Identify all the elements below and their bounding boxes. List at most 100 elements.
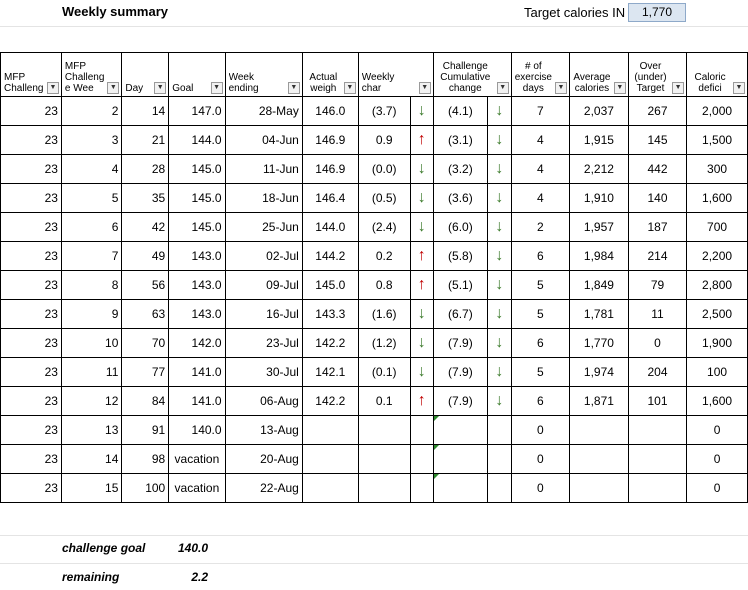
cell-challenge[interactable]: 23: [0, 299, 62, 329]
cell-day[interactable]: 91: [121, 415, 170, 445]
filter-dropdown-icon[interactable]: ▼: [418, 82, 431, 94]
cell-actual-weight[interactable]: 142.1: [301, 357, 359, 387]
filter-dropdown-icon[interactable]: ▼: [672, 82, 685, 94]
cell-cumulative-change[interactable]: (4.1): [432, 96, 489, 126]
cell-average-calories[interactable]: 1,974: [568, 357, 629, 387]
cell-caloric-deficit[interactable]: 0: [686, 415, 748, 445]
cell-challenge-week[interactable]: 5: [60, 183, 123, 213]
cell-weekly-arrow[interactable]: ↓: [409, 154, 434, 184]
cell-actual-weight[interactable]: 145.0: [301, 270, 359, 300]
cell-challenge[interactable]: 23: [0, 96, 62, 126]
cell-average-calories[interactable]: 1,849: [568, 270, 629, 300]
cell-cumulative-change[interactable]: (3.6): [432, 183, 489, 213]
cell-over-under[interactable]: 145: [627, 125, 688, 155]
cell-over-under[interactable]: 267: [627, 96, 688, 126]
cell-cumulative-change[interactable]: (6.0): [432, 212, 489, 242]
cell-challenge[interactable]: 23: [0, 444, 62, 474]
cell-actual-weight[interactable]: 146.9: [301, 154, 359, 184]
cell-weekly-change[interactable]: (3.7): [357, 96, 411, 126]
cell-weekly-change[interactable]: (0.5): [357, 183, 411, 213]
cell-week-ending[interactable]: 11-Jun: [224, 154, 303, 184]
cell-cumulative-arrow[interactable]: ↓: [487, 125, 512, 155]
cell-goal[interactable]: 142.0: [168, 328, 226, 358]
cell-challenge-week[interactable]: 4: [60, 154, 123, 184]
cell-weekly-change[interactable]: 0.2: [357, 241, 411, 271]
cell-day[interactable]: 35: [121, 183, 170, 213]
cell-caloric-deficit[interactable]: 2,000: [686, 96, 748, 126]
cell-cumulative-arrow[interactable]: ↓: [487, 154, 512, 184]
cell-goal[interactable]: 147.0: [168, 96, 226, 126]
cell-exercise-days[interactable]: 7: [510, 96, 570, 126]
cell-cumulative-change[interactable]: (5.1): [432, 270, 489, 300]
cell-weekly-change[interactable]: [357, 444, 411, 474]
cell-day[interactable]: 14: [121, 96, 170, 126]
cell-exercise-days[interactable]: 6: [510, 328, 570, 358]
cell-week-ending[interactable]: 20-Aug: [224, 444, 303, 474]
cell-goal[interactable]: 143.0: [168, 270, 226, 300]
filter-dropdown-icon[interactable]: ▼: [496, 82, 509, 94]
cell-average-calories[interactable]: 2,212: [568, 154, 629, 184]
cell-challenge-week[interactable]: 13: [60, 415, 123, 445]
cell-cumulative-arrow[interactable]: ↓: [487, 183, 512, 213]
filter-dropdown-icon[interactable]: ▼: [613, 82, 626, 94]
cell-weekly-change[interactable]: (0.1): [357, 357, 411, 387]
cell-challenge[interactable]: 23: [0, 154, 62, 184]
cell-weekly-change[interactable]: (1.2): [357, 328, 411, 358]
cell-challenge[interactable]: 23: [0, 357, 62, 387]
cell-over-under[interactable]: 442: [627, 154, 688, 184]
cell-average-calories[interactable]: 1,781: [568, 299, 629, 329]
cell-average-calories[interactable]: 1,915: [568, 125, 629, 155]
cell-average-calories[interactable]: [568, 415, 629, 445]
cell-caloric-deficit[interactable]: 0: [686, 473, 748, 503]
cell-actual-weight[interactable]: 146.9: [301, 125, 359, 155]
cell-challenge[interactable]: 23: [0, 328, 62, 358]
cell-week-ending[interactable]: 02-Jul: [224, 241, 303, 271]
cell-day[interactable]: 56: [121, 270, 170, 300]
cell-goal[interactable]: 145.0: [168, 212, 226, 242]
cell-weekly-change[interactable]: 0.9: [357, 125, 411, 155]
cell-weekly-change[interactable]: [357, 473, 411, 503]
cell-exercise-days[interactable]: 4: [510, 154, 570, 184]
cell-day[interactable]: 42: [121, 212, 170, 242]
cell-caloric-deficit[interactable]: 1,900: [686, 328, 748, 358]
cell-goal[interactable]: 143.0: [168, 299, 226, 329]
cell-cumulative-change[interactable]: (7.9): [432, 328, 489, 358]
cell-day[interactable]: 70: [121, 328, 170, 358]
cell-over-under[interactable]: 101: [627, 386, 688, 416]
cell-cumulative-change[interactable]: (3.1): [432, 125, 489, 155]
cell-day[interactable]: 100: [121, 473, 170, 503]
filter-dropdown-icon[interactable]: ▼: [733, 82, 745, 94]
cell-actual-weight[interactable]: 144.2: [301, 241, 359, 271]
cell-cumulative-change[interactable]: (3.2): [432, 154, 489, 184]
challenge-goal-value[interactable]: 140.0: [150, 541, 208, 555]
cell-weekly-arrow[interactable]: [409, 415, 434, 445]
cell-challenge-week[interactable]: 11: [60, 357, 123, 387]
filter-dropdown-icon[interactable]: ▼: [554, 82, 567, 94]
cell-goal[interactable]: 143.0: [168, 241, 226, 271]
cell-challenge[interactable]: 23: [0, 415, 62, 445]
cell-cumulative-change[interactable]: [432, 473, 489, 503]
cell-goal[interactable]: 141.0: [168, 386, 226, 416]
cell-cumulative-arrow[interactable]: ↓: [487, 212, 512, 242]
cell-day[interactable]: 77: [121, 357, 170, 387]
cell-weekly-change[interactable]: 0.1: [357, 386, 411, 416]
cell-goal[interactable]: vacation: [168, 444, 226, 474]
cell-weekly-arrow[interactable]: ↑: [409, 270, 434, 300]
cell-cumulative-change[interactable]: (6.7): [432, 299, 489, 329]
cell-goal[interactable]: 140.0: [168, 415, 226, 445]
cell-actual-weight[interactable]: 146.0: [301, 96, 359, 126]
cell-challenge-week[interactable]: 8: [60, 270, 123, 300]
cell-day[interactable]: 84: [121, 386, 170, 416]
cell-challenge[interactable]: 23: [0, 386, 62, 416]
cell-day[interactable]: 49: [121, 241, 170, 271]
cell-challenge-week[interactable]: 14: [60, 444, 123, 474]
cell-actual-weight[interactable]: 146.4: [301, 183, 359, 213]
cell-caloric-deficit[interactable]: 1,500: [686, 125, 748, 155]
cell-day[interactable]: 98: [121, 444, 170, 474]
cell-caloric-deficit[interactable]: 2,500: [686, 299, 748, 329]
cell-challenge[interactable]: 23: [0, 241, 62, 271]
cell-over-under[interactable]: 0: [627, 328, 688, 358]
cell-weekly-change[interactable]: (1.6): [357, 299, 411, 329]
target-calories-cell[interactable]: 1,770: [628, 3, 686, 22]
cell-average-calories[interactable]: 1,984: [568, 241, 629, 271]
